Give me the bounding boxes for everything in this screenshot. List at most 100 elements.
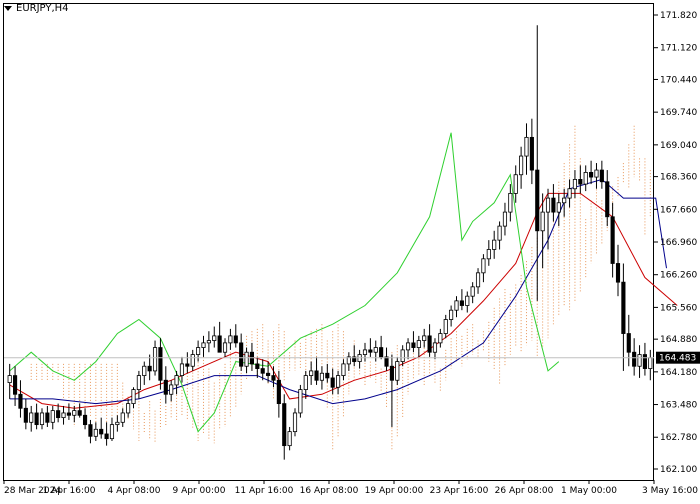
- candle-body: [282, 403, 287, 447]
- candle-body: [120, 412, 125, 423]
- candle-body: [368, 349, 373, 353]
- candle-body: [303, 375, 308, 390]
- candle-body: [88, 424, 93, 437]
- candle-body: [56, 410, 61, 419]
- candle-body: [626, 333, 631, 353]
- x-tick-label: 16 Apr 08:00: [300, 486, 359, 496]
- candle-body: [292, 412, 298, 433]
- candle-body: [562, 197, 567, 204]
- candle-body: [529, 136, 534, 171]
- x-axis: 28 Mar 20241 Apr 16:00 4 Apr 08:00 9 Apr 0…: [3, 480, 698, 496]
- candle-body: [109, 424, 115, 440]
- candle-body: [475, 272, 481, 288]
- candle-body: [126, 403, 131, 414]
- candle-body: [648, 357, 653, 369]
- candle-body: [405, 342, 411, 351]
- candle-body: [93, 428, 98, 437]
- candle-body: [395, 361, 400, 381]
- candle-body: [519, 155, 524, 176]
- y-tick-label: 169.040: [660, 141, 697, 151]
- candle-body: [179, 363, 185, 376]
- candle-body: [255, 363, 260, 369]
- x-tick-label: 26 Apr 08:00: [495, 486, 554, 496]
- candle-body: [481, 258, 486, 274]
- candle-body: [163, 379, 168, 395]
- candle-body: [104, 433, 109, 440]
- candle-body: [233, 335, 238, 344]
- candle-body: [492, 239, 497, 250]
- y-tick-label: 166.960: [660, 238, 697, 248]
- candle-body: [572, 179, 578, 190]
- candle-body: [502, 211, 508, 227]
- y-tick-label: 167.660: [660, 205, 697, 215]
- candle-body: [174, 375, 179, 386]
- candle-body: [298, 389, 303, 414]
- candle-body: [362, 349, 368, 355]
- candle-body: [147, 365, 152, 372]
- candle-body: [524, 136, 529, 157]
- candle-body: [583, 172, 588, 185]
- y-tick-label: 168.360: [660, 173, 697, 183]
- candle-body: [589, 172, 594, 178]
- candle-body: [222, 342, 228, 353]
- candle-body: [513, 174, 518, 194]
- y-tick-label: 169.740: [660, 108, 697, 118]
- candle-body: [212, 335, 217, 341]
- y-tick-label: 164.180: [660, 368, 697, 378]
- x-tick-label: 9 Apr 00:00: [173, 486, 226, 496]
- candle-body: [578, 179, 583, 185]
- candle-body: [621, 281, 626, 334]
- candle-body: [287, 431, 292, 447]
- candle-body: [314, 370, 319, 381]
- candle-body: [185, 363, 190, 367]
- current-price-label: 164.483: [659, 354, 696, 364]
- candle-body: [497, 225, 502, 241]
- candle-body: [438, 333, 443, 344]
- candle-body: [77, 410, 82, 416]
- candle-body: [432, 342, 438, 353]
- y-axis: 171.820 171.120 170.440 169.740 169.040 168.3…: [654, 11, 697, 475]
- candle-body: [556, 202, 561, 213]
- y-tick-label: 170.440: [660, 75, 697, 85]
- candle-body: [427, 335, 432, 353]
- candle-body: [7, 375, 12, 383]
- candle-body: [465, 295, 470, 306]
- candle-body: [99, 428, 104, 435]
- candle-body: [142, 365, 147, 376]
- candle-body: [61, 412, 66, 419]
- candle-body: [39, 412, 45, 426]
- x-tick-label: 23 Apr 16:00: [430, 486, 489, 496]
- candle-body: [373, 347, 378, 353]
- candle-body: [34, 412, 39, 426]
- candle-body: [136, 375, 141, 390]
- candle-body: [271, 375, 276, 381]
- candle-body: [82, 414, 88, 426]
- candle-body: [190, 354, 195, 367]
- candle-body: [411, 342, 416, 348]
- collapse-triangle-icon[interactable]: [4, 6, 12, 11]
- candle-body: [449, 309, 454, 320]
- candle-body: [115, 421, 120, 426]
- candle-body: [72, 410, 77, 416]
- candle-body: [535, 169, 540, 232]
- candle-body: [610, 216, 615, 264]
- candle-body: [416, 340, 421, 348]
- y-tick-label: 171.120: [660, 44, 697, 54]
- candle-body: [330, 377, 335, 388]
- x-tick-label: 1 Apr 16:00: [43, 486, 96, 496]
- chart-svg: 171.820 171.120 170.440 169.740 169.040 168.3…: [3, 3, 700, 496]
- x-tick-label: 4 Apr 08:00: [108, 486, 161, 496]
- candle-body: [599, 169, 604, 183]
- candle-body: [196, 347, 201, 355]
- candle-body: [632, 351, 637, 367]
- candle-body: [50, 410, 55, 423]
- candle-body: [551, 197, 556, 213]
- x-tick-label: 19 Apr 00:00: [365, 486, 424, 496]
- candle-body: [400, 349, 405, 362]
- candle-body: [158, 347, 163, 381]
- candle-body: [201, 342, 206, 348]
- candle-body: [66, 412, 71, 416]
- candle-body: [13, 375, 18, 395]
- y-tick-label: 164.880: [660, 335, 697, 345]
- candle-body: [217, 335, 222, 353]
